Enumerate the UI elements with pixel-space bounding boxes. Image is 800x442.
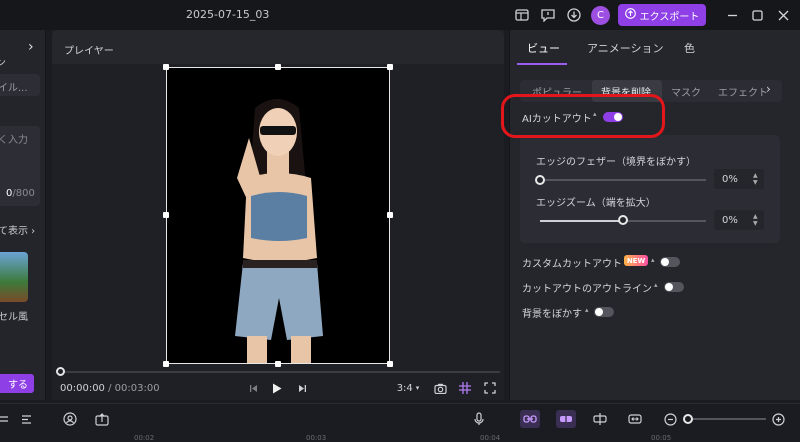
chevron-right-icon[interactable]: › [766,82,771,96]
export-button[interactable]: エクスポート [618,4,706,26]
blur-background-toggle[interactable] [594,307,614,317]
info-icon[interactable]: ▴ [651,256,655,264]
magnet-icon[interactable] [556,410,576,428]
style-thumbnail-label: セル風 [0,312,28,323]
edge-zoom-label: エッジズーム（端を拡大） [536,198,656,209]
close-icon[interactable] [773,5,793,25]
playhead[interactable] [56,367,65,376]
timeline-zoom-track[interactable] [690,418,766,420]
audio-split-icon[interactable] [16,410,36,428]
edge-feather-slider[interactable] [535,175,545,185]
char-count: 0/800 [6,188,35,199]
stepper-icon[interactable]: ▲ ▼ [753,172,758,186]
layout-icon[interactable] [512,5,532,25]
tab-view[interactable]: ビュー [527,40,560,56]
fit-icon[interactable] [625,410,645,428]
ruler-tick: 00:02 [134,434,155,442]
export-clip-icon[interactable] [92,410,112,428]
export-label: エクスポート [639,11,700,23]
ruler-tick: 00:03 [306,434,327,442]
active-tab-indicator [517,63,567,65]
preview-canvas[interactable] [166,67,390,364]
custom-cutout-label: カスタムカットアウト [522,259,622,270]
zoom-in-icon[interactable] [768,410,788,428]
grid-icon[interactable] [457,380,473,396]
play-icon[interactable] [270,380,284,396]
edge-zoom-slider[interactable] [618,215,628,225]
fullscreen-icon[interactable] [482,380,498,396]
trim-icon[interactable] [590,410,610,428]
subject-image [235,99,323,363]
generate-button[interactable]: する [0,374,34,393]
edge-zoom-fill [540,220,623,222]
subtab-mask[interactable]: マスク [671,84,701,99]
prev-frame-icon[interactable] [246,380,260,396]
next-frame-icon[interactable] [295,380,309,396]
prompt-placeholder: く入力 [0,135,28,146]
project-title: 2025-07-15_03 [186,8,270,21]
upload-icon [624,8,636,22]
new-badge: NEW [624,255,648,266]
microphone-icon[interactable] [469,410,489,428]
split-icon[interactable] [0,410,14,428]
timeline-zoom-slider[interactable] [683,414,693,424]
subtab-effect[interactable]: エフェクト [718,84,768,99]
player-header [52,30,504,64]
stepper-icon[interactable]: ▲ ▼ [753,213,758,227]
ruler-tick: 00:05 [651,434,672,442]
timeline-toolbar [0,403,800,439]
resize-handle[interactable] [387,64,393,70]
left-panel-field-text: イル... [0,83,28,94]
show-more-link[interactable]: て表示 › [0,222,35,237]
snapshot-icon[interactable] [432,380,448,396]
chevron-right-icon[interactable]: › [28,39,34,55]
avatar[interactable]: C [591,6,610,25]
resize-handle[interactable] [275,361,281,367]
edge-feather-track[interactable] [540,179,706,181]
resize-handle[interactable] [387,361,393,367]
info-icon[interactable]: ▴ [654,281,658,289]
resize-handle[interactable] [275,64,281,70]
info-icon[interactable]: ▴ [585,306,589,314]
download-icon[interactable] [564,5,584,25]
resize-handle[interactable] [387,212,393,218]
resize-handle[interactable] [163,212,169,218]
maximize-icon[interactable] [747,5,767,25]
face-detect-icon[interactable] [60,410,80,428]
link-icon[interactable] [520,410,540,428]
edge-feather-label: エッジのフェザー（境界をぼかす） [536,157,696,168]
playback-track[interactable] [60,371,500,373]
minimize-icon[interactable] [722,5,742,25]
highlight-annotation [501,94,665,138]
zoom-out-icon[interactable] [660,410,680,428]
aspect-ratio-select[interactable]: 3:4 ▾ [393,380,423,396]
resize-handle[interactable] [163,361,169,367]
tab-color[interactable]: 色 [684,40,695,56]
timecode: 00:00:00 / 00:03:00 [60,383,160,394]
player-title: プレイヤー [64,46,114,57]
left-panel-label: ン [0,58,6,69]
style-thumbnail[interactable] [0,252,28,302]
cutout-outline-label: カットアウトのアウトライン [522,284,652,295]
ruler-tick: 00:04 [480,434,501,442]
blur-background-label: 背景をぼかす [522,309,582,320]
custom-cutout-toggle[interactable] [660,257,680,267]
resize-handle[interactable] [163,64,169,70]
cutout-outline-toggle[interactable] [664,282,684,292]
feedback-icon[interactable] [538,5,558,25]
tab-animation[interactable]: アニメーション [587,40,664,56]
